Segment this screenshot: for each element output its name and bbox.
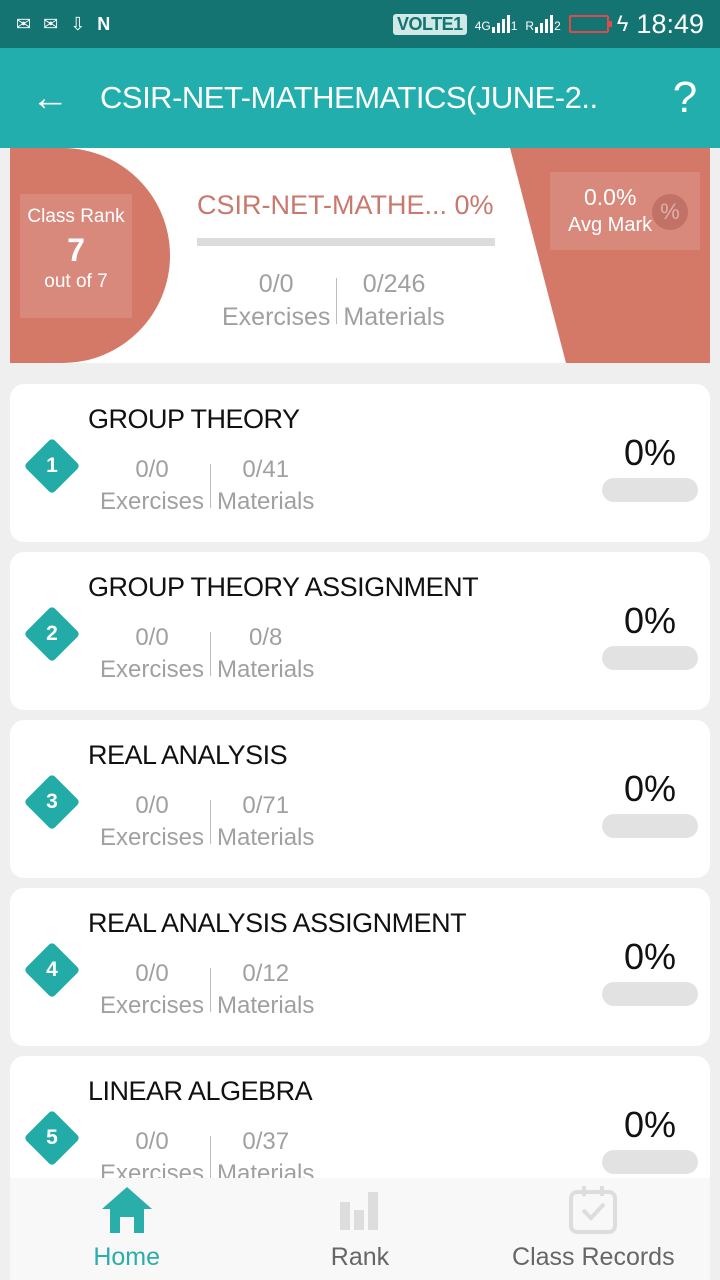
n-icon: N: [97, 13, 111, 34]
avg-mark-value: 0.0%: [584, 184, 637, 210]
chapter-progress-bar: [602, 1150, 698, 1174]
exercises-label: Exercises: [100, 992, 205, 1019]
battery-icon: [568, 15, 612, 33]
exercises-count: 0/0: [135, 456, 169, 483]
mail-icon: ✉: [16, 13, 32, 34]
nav-home[interactable]: Home: [10, 1178, 243, 1280]
exercises-count: 0/0: [135, 792, 169, 819]
charging-icon: ϟ: [616, 11, 629, 36]
question-mark-icon: ?: [672, 73, 698, 122]
materials-count: 0/12: [242, 960, 290, 987]
nav-rank-label: Rank: [330, 1243, 390, 1271]
signal-bars-icon: [535, 15, 554, 33]
chapter-progress-bar: [602, 982, 698, 1006]
signal-bars-icon: [491, 15, 510, 33]
status-bar: ✉ ✉ ⇩ N VOLTE1 4G 1 R 2 ϟ 18:49: [0, 0, 720, 48]
chapter-percent: 0%: [623, 768, 676, 809]
nav-class-records[interactable]: Class Records: [477, 1178, 710, 1280]
chapter-card[interactable]: 2 GROUP THEORY ASSIGNMENT 0/0 Exercises 0/8 M…: [10, 552, 710, 710]
materials-count: 0/71: [242, 792, 290, 819]
chapter-percent: 0%: [623, 600, 676, 641]
materials-label: Materials: [343, 303, 445, 331]
exercises-label: Exercises: [100, 488, 205, 515]
chapter-index: 3: [46, 790, 58, 813]
home-icon: [100, 1181, 154, 1239]
chapter-title: LINEAR ALGEBRA: [88, 1076, 313, 1106]
chapter-stats: 0/0 Exercises 0/71 Materials: [94, 792, 320, 852]
nav-home-label: Home: [93, 1243, 160, 1271]
help-button[interactable]: ?: [650, 73, 720, 123]
class-rank-value: 7: [67, 232, 85, 268]
course-name: CSIR-NET-MATHE... 0%: [197, 190, 494, 220]
page-title: CSIR-NET-MATHEMATICS(JUNE-2..: [100, 80, 598, 115]
course-summary-card: Class Rank 7 out of 7 CSIR-NET-MATHE... …: [10, 148, 710, 363]
chapter-stats: 0/0 Exercises 0/8 Materials: [94, 624, 320, 684]
chapter-index: 2: [46, 622, 58, 645]
bar-chart-icon: [338, 1181, 382, 1239]
network-type: 4G: [474, 19, 491, 33]
chapter-stats: 0/0 Exercises 0/12 Materials: [94, 960, 320, 1020]
class-rank-box[interactable]: Class Rank 7 out of 7: [20, 194, 132, 318]
sim-index: 1: [510, 19, 518, 33]
mail-icon: ✉: [43, 13, 59, 34]
chapter-card[interactable]: 4 REAL ANALYSIS ASSIGNMENT 0/0 Exercises 0/1…: [10, 888, 710, 1046]
chapter-card[interactable]: 3 REAL ANALYSIS 0/0 Exercises 0/71 Materials 0…: [10, 720, 710, 878]
course-stats: 0/0 Exercises 0/246 Materials: [216, 270, 451, 332]
exercises-label: Exercises: [222, 303, 331, 331]
nav-rank[interactable]: Rank: [243, 1178, 476, 1280]
arrow-left-icon: ←: [31, 76, 69, 119]
chapter-title: GROUP THEORY: [88, 404, 300, 434]
materials-count: 0/37: [242, 1128, 290, 1155]
chapter-percent: 0%: [623, 432, 676, 473]
class-rank-total: out of 7: [44, 271, 108, 292]
clock: 18:49: [636, 8, 704, 39]
chapter-progress-bar: [602, 646, 698, 670]
sim-index: 2: [554, 19, 561, 33]
chapter-percent: 0%: [623, 1104, 676, 1145]
nav-class-records-label: Class Records: [512, 1243, 675, 1271]
signal-sim1: 4G 1: [474, 15, 518, 33]
percent-icon: %: [652, 194, 688, 230]
materials-label: Materials: [217, 656, 315, 683]
bottom-navigation: Home Rank Class Records: [10, 1178, 710, 1280]
materials-count: 0/246: [362, 270, 426, 298]
materials-label: Materials: [217, 992, 315, 1019]
app-bar: ← CSIR-NET-MATHEMATICS(JUNE-2.. ?: [0, 48, 720, 148]
back-button[interactable]: ←: [0, 48, 100, 148]
chapter-index: 5: [46, 1126, 58, 1149]
materials-count: 0/8: [249, 624, 283, 651]
avg-mark-box[interactable]: 0.0% Avg Mark %: [550, 172, 700, 250]
avg-mark-label: Avg Mark: [568, 214, 653, 236]
class-rank-label: Class Rank: [27, 206, 125, 227]
chapter-percent: 0%: [623, 936, 676, 977]
roaming-indicator: R: [525, 19, 535, 33]
exercises-count: 0/0: [135, 624, 169, 651]
signal-sim2: R 2: [525, 15, 561, 33]
chapter-stats: 0/0 Exercises 0/41 Materials: [94, 456, 320, 516]
materials-label: Materials: [217, 488, 315, 515]
course-progress-bar: [197, 238, 495, 246]
chapter-index: 4: [46, 958, 58, 981]
exercises-count: 0/0: [135, 1128, 169, 1155]
chapter-progress-bar: [602, 814, 698, 838]
chapter-title: REAL ANALYSIS: [88, 740, 288, 770]
chapter-progress-bar: [602, 478, 698, 502]
materials-label: Materials: [217, 824, 315, 851]
chapter-index: 1: [46, 454, 58, 477]
chapter-title: REAL ANALYSIS ASSIGNMENT: [88, 908, 467, 938]
download-icon: ⇩: [70, 13, 86, 34]
volte-badge: VOLTE1: [393, 13, 467, 35]
materials-count: 0/41: [242, 456, 290, 483]
chapter-card[interactable]: 1 GROUP THEORY 0/0 Exercises 0/41 Materials 0%: [10, 384, 710, 542]
exercises-label: Exercises: [100, 824, 205, 851]
chapter-title: GROUP THEORY ASSIGNMENT: [88, 572, 479, 602]
exercises-label: Exercises: [100, 656, 205, 683]
exercises-count: 0/0: [135, 960, 169, 987]
exercises-count: 0/0: [258, 270, 294, 298]
calendar-check-icon: [568, 1181, 618, 1239]
